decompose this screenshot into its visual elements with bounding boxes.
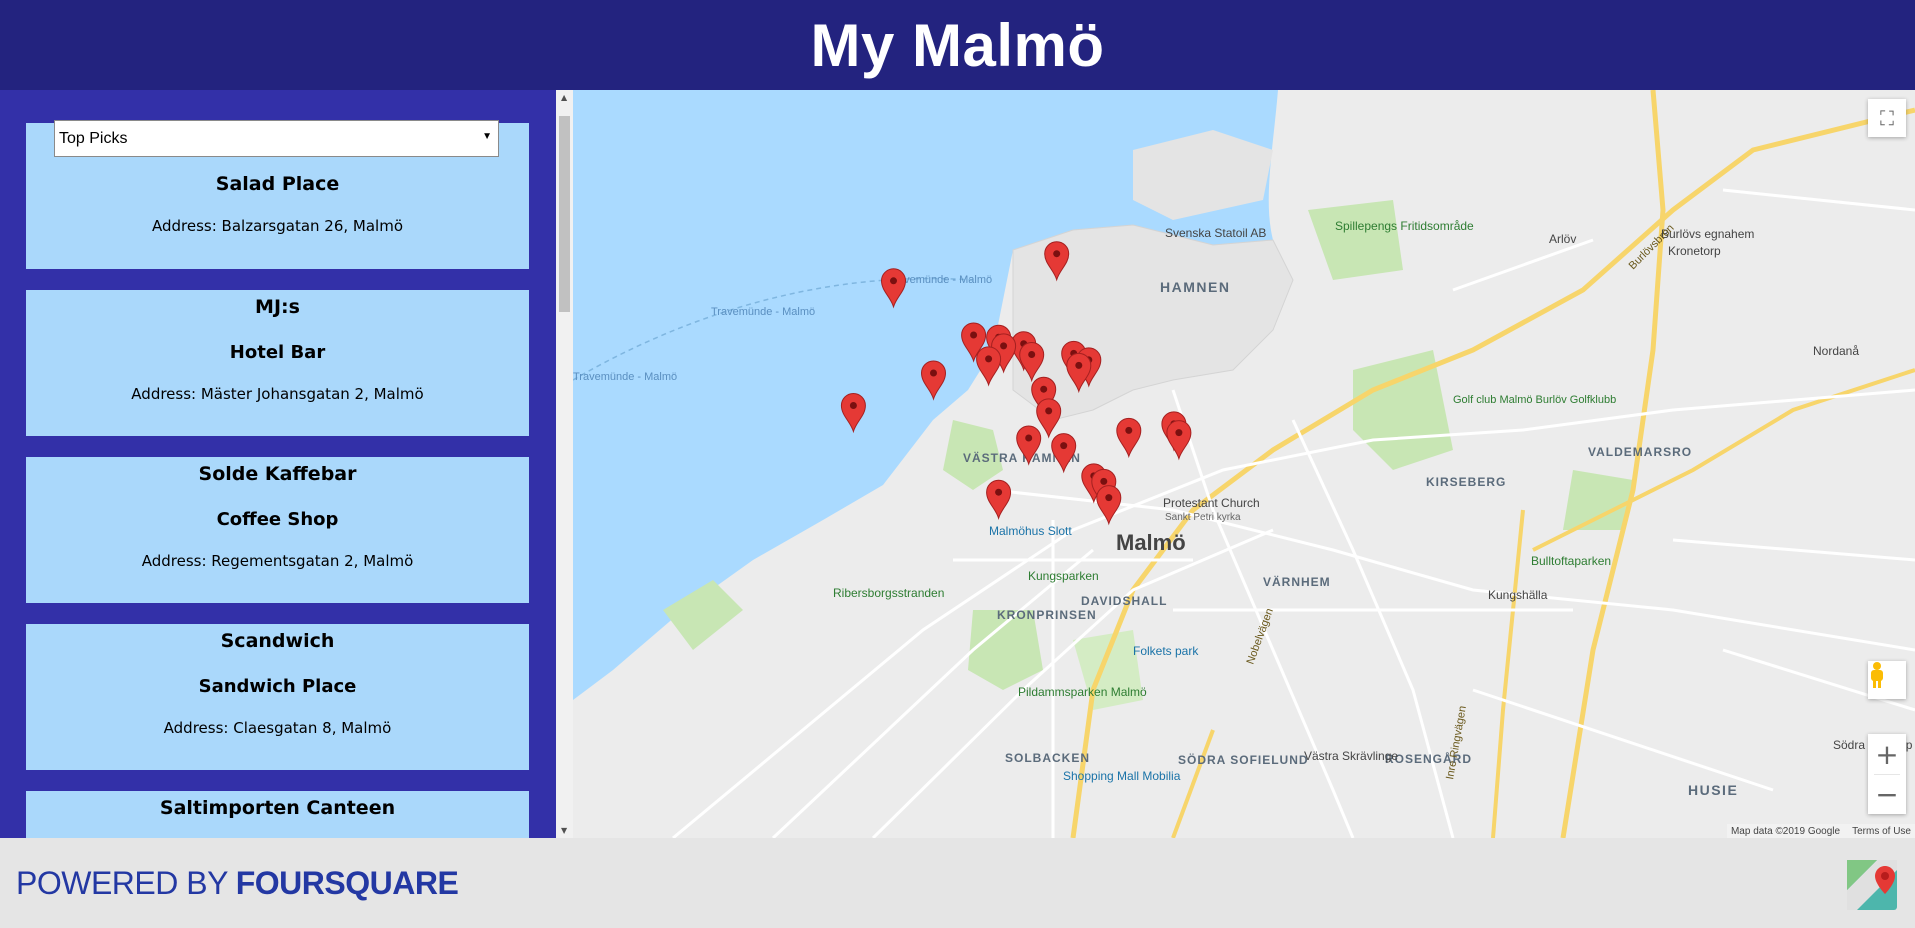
map-label: Travemünde - Malmö (711, 306, 815, 318)
venue-name: Solde Kaffebar (198, 463, 357, 485)
map-label: Folkets park (1133, 644, 1199, 658)
map-label: Bulltoftaparken (1531, 554, 1611, 568)
venue-address: Address: Mäster Johansgatan 2, Malmö (131, 385, 424, 403)
zoom-divider (1874, 774, 1900, 775)
map-label: HAMNEN (1160, 279, 1230, 295)
park-bulltofta (1563, 470, 1633, 530)
venue-card[interactable]: Saltimporten Canteen (26, 791, 529, 838)
map-label: KIRSEBERG (1426, 475, 1506, 489)
venue-name: Salad Place (215, 173, 340, 195)
venue-category: Sandwich Place (198, 676, 357, 697)
map-label: SOLBACKEN (1005, 751, 1090, 765)
venue-card[interactable]: Scandwich Sandwich Place Address: Claesg… (26, 624, 529, 770)
venue-name: MJ:s (255, 296, 300, 318)
map-label: Kungshälla (1488, 588, 1548, 602)
foursquare-attribution: POWERED BY FOURSQUARE (16, 865, 459, 902)
map-label: Malmöhus Slott (989, 524, 1072, 538)
zoom-controls[interactable]: + − (1868, 734, 1906, 814)
venue-name: Scandwich (220, 630, 335, 652)
map-label: Ribersborgsstranden (833, 586, 944, 600)
street-view-pegman[interactable] (1868, 661, 1906, 699)
venue-card[interactable]: Solde Kaffebar Coffee Shop Address: Rege… (26, 457, 529, 603)
map-label: Arlöv (1549, 232, 1576, 246)
map-data-credit: Map data ©2019 Google (1730, 825, 1841, 837)
venue-category: Hotel Bar (229, 342, 326, 363)
powered-by-label: POWERED BY (16, 865, 228, 901)
map-label: Sankt Petri kyrka (1165, 512, 1241, 523)
venue-address: Address: Claesgatan 8, Malmö (163, 719, 392, 737)
fullscreen-button[interactable]: ⛶ (1868, 99, 1906, 137)
venue-card[interactable]: MJ:s Hotel Bar Address: Mäster Johansgat… (26, 290, 529, 436)
map-label: Spillepengs Fritidsområde (1335, 219, 1474, 233)
map-label: KRONPRINSEN (997, 608, 1097, 622)
map-label: Golf club Malmö Burlöv Golfklubb (1453, 394, 1616, 406)
venue-address: Address: Balzarsgatan 26, Malmö (151, 217, 404, 235)
map-label: Shopping Mall Mobilia (1063, 769, 1181, 783)
fullscreen-icon: ⛶ (1880, 106, 1894, 130)
map-label: DAVIDSHALL (1081, 594, 1167, 608)
chevron-down-icon: ▼ (482, 131, 492, 142)
map-label: SÖDRA SOFIELUND (1178, 752, 1309, 767)
map-label: Malmö (1116, 530, 1186, 555)
scroll-down-arrow-icon[interactable]: ▼ (561, 826, 567, 835)
terms-link[interactable]: Terms of Use (1852, 826, 1911, 837)
map-label: VALDEMARSRO (1588, 445, 1692, 459)
map-attribution: Map data ©2019 Google Terms of Use (1726, 824, 1915, 838)
map-label: Nordanå (1813, 344, 1859, 358)
map-label: Kronetorp (1668, 244, 1721, 258)
category-select-value: Top Picks (59, 129, 128, 147)
venue-address: Address: Regementsgatan 2, Malmö (141, 552, 414, 570)
map-label: Travemünde - Malmö (573, 371, 677, 383)
zoom-in-button[interactable]: + (1868, 734, 1906, 774)
map-label: VÄRNHEM (1263, 574, 1331, 589)
venue-sidebar[interactable]: Salad Place Address: Balzarsgatan 26, Ma… (0, 90, 556, 838)
page-footer: POWERED BY FOURSQUARE (0, 838, 1915, 928)
map-label: Pildammsparken Malmö (1018, 685, 1147, 699)
page-title: My Malmö (810, 11, 1105, 79)
map-view[interactable]: HAMNEN VÄSTRA HAMNEN Malmö Kungsparken D… (573, 90, 1915, 838)
page-header: My Malmö (0, 0, 1915, 90)
sidebar-scrollbar[interactable]: ▲ ▼ (556, 90, 573, 838)
venue-category: Coffee Shop (216, 509, 339, 530)
zoom-out-button[interactable]: − (1868, 774, 1906, 814)
scroll-up-arrow-icon[interactable]: ▲ (561, 93, 567, 102)
map-label: Kungsparken (1028, 569, 1099, 583)
pegman-icon (1871, 662, 1883, 688)
google-maps-icon (1847, 860, 1897, 910)
foursquare-brand: FOURSQUARE (235, 865, 459, 901)
map-label: HUSIE (1688, 782, 1738, 798)
category-select[interactable]: Top Picks ▼ (54, 120, 499, 157)
map-canvas[interactable]: HAMNEN VÄSTRA HAMNEN Malmö Kungsparken D… (573, 90, 1915, 838)
venue-name: Saltimporten Canteen (159, 797, 396, 819)
venue-list[interactable]: Salad Place Address: Balzarsgatan 26, Ma… (26, 123, 529, 838)
map-label: Västra Skrävlinge (1304, 749, 1398, 763)
scrollbar-thumb[interactable] (559, 116, 570, 312)
map-label: Protestant Church (1163, 496, 1260, 510)
map-label: Svenska Statoil AB (1165, 226, 1266, 240)
